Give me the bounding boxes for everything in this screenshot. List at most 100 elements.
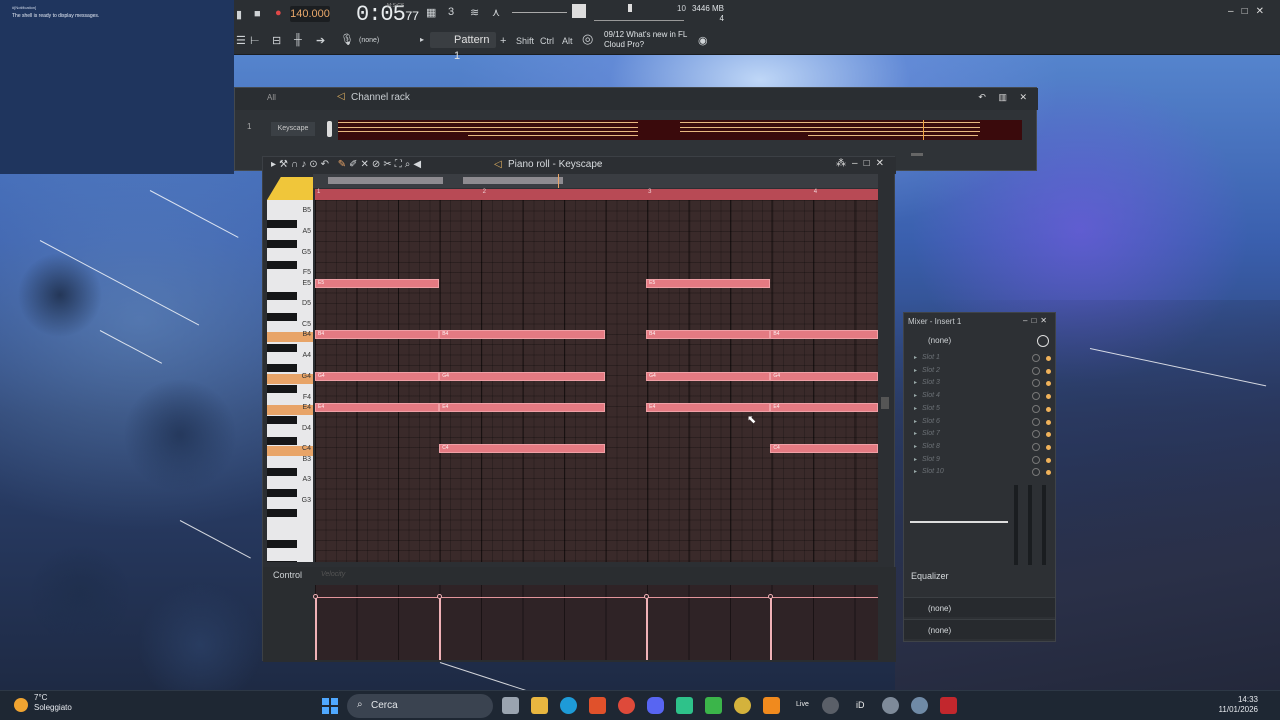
windows-start-icon[interactable] — [322, 698, 338, 714]
window-controls[interactable]: –□✕ — [1228, 6, 1272, 17]
weather-widget[interactable]: 7°C Soleggiato — [34, 693, 72, 713]
mixer-slot[interactable]: Slot 7 — [922, 430, 940, 437]
weather-sun-icon[interactable] — [14, 698, 28, 712]
slot-enable-led[interactable] — [1046, 470, 1051, 476]
velocity-stem[interactable] — [646, 597, 649, 660]
pattern-selector[interactable]: Pattern 1 — [430, 32, 496, 62]
mixer-output-2[interactable]: (none) — [928, 626, 951, 635]
mixer-slot[interactable]: Slot 4 — [922, 392, 940, 399]
note[interactable]: C4 — [439, 444, 605, 454]
note[interactable]: E4 — [439, 402, 605, 412]
slot-expand-icon[interactable]: ▸ — [914, 367, 917, 374]
black-key[interactable] — [267, 467, 297, 476]
slot-mix-knob[interactable] — [1032, 404, 1040, 413]
snap-icon[interactable]: ⊢ — [250, 34, 260, 47]
ctrl-key[interactable]: Ctrl — [540, 36, 554, 46]
mixer-clock-icon[interactable] — [1037, 335, 1049, 347]
slot-mix-knob[interactable] — [1032, 379, 1040, 388]
id-icon[interactable]: iD — [856, 700, 865, 710]
note[interactable]: G4 — [770, 371, 878, 381]
mixer-slot[interactable]: Slot 8 — [922, 443, 940, 450]
play-icon[interactable]: ▮ — [236, 8, 242, 21]
metronome-icon[interactable]: ⋏ — [492, 6, 500, 19]
note[interactable]: B4 — [439, 330, 605, 340]
menu-icon[interactable]: ☰ — [236, 34, 246, 47]
file-explorer-icon[interactable] — [531, 697, 548, 714]
black-key[interactable] — [267, 343, 297, 352]
velocity-lane[interactable] — [313, 585, 878, 660]
chrome-icon[interactable] — [618, 697, 635, 714]
app-icon-2[interactable] — [822, 697, 839, 714]
app-icon-3[interactable] — [882, 697, 899, 714]
slot-expand-icon[interactable]: ▸ — [914, 468, 917, 475]
slot-enable-led[interactable] — [1046, 406, 1051, 412]
piano-keyboard[interactable]: B5 A5 G5 F5 E5 D5 C5 B4 A4 G4 F4 E4 D4 C4 B3 A3 G3 — [267, 200, 313, 562]
mixer-slot[interactable]: Slot 1 — [922, 354, 940, 361]
black-key[interactable] — [267, 312, 297, 321]
piano-roll-overview[interactable] — [313, 174, 878, 188]
channel-rack-controls[interactable]: ↶ ▥ ✕ — [978, 92, 1032, 103]
slot-mix-knob[interactable] — [1032, 354, 1040, 362]
note[interactable]: E5 — [646, 278, 771, 288]
note[interactable]: E4 — [646, 402, 771, 412]
channel-filter[interactable]: All — [267, 93, 276, 102]
note[interactable]: E5 — [315, 278, 440, 288]
alt-key[interactable]: Alt — [562, 36, 573, 46]
note[interactable]: G4 — [439, 371, 605, 381]
timeline-ruler[interactable]: 1 2 3 4 — [315, 189, 878, 200]
vertical-scrollbar[interactable] — [881, 397, 889, 409]
velocity-handle[interactable] — [768, 594, 774, 599]
piano-roll-corner[interactable] — [267, 177, 313, 200]
slot-enable-led[interactable] — [1046, 381, 1051, 387]
slot-expand-icon[interactable]: ▸ — [914, 392, 917, 399]
velocity-stem[interactable] — [770, 597, 773, 660]
channel-rack-header[interactable]: All Channel rack ◁ ↶ ▥ ✕ — [235, 88, 1038, 110]
spreadsheet-icon[interactable] — [705, 697, 722, 714]
rack-scrollbar[interactable] — [911, 153, 923, 156]
black-key[interactable] — [267, 292, 297, 301]
slot-expand-icon[interactable]: ▸ — [914, 379, 917, 386]
black-key[interactable] — [267, 509, 297, 518]
black-key[interactable] — [267, 561, 297, 562]
system-clock[interactable]: 14:33 11/01/2026 — [1219, 695, 1258, 715]
velocity-stem[interactable] — [315, 597, 317, 660]
stop-icon[interactable]: ■ — [254, 8, 261, 20]
piano-roll-tools[interactable]: ▸⚒∩♪⊙↶ ✎✐✕⊘✂⛶⌕◀ — [271, 159, 424, 170]
black-key[interactable] — [267, 436, 297, 445]
app-icon[interactable] — [676, 697, 693, 714]
slot-expand-icon[interactable]: ▸ — [914, 456, 917, 463]
note[interactable]: G4 — [646, 371, 771, 381]
slot-enable-led[interactable] — [1046, 444, 1051, 450]
master-volume-slider[interactable] — [512, 12, 567, 13]
playlist-icon[interactable]: ⊟ — [272, 34, 281, 47]
piano-roll-header[interactable]: ▸⚒∩♪⊙↶ ✎✐✕⊘✂⛶⌕◀ ◁ Piano roll - Keyscape … — [263, 157, 896, 174]
note[interactable]: B4 — [770, 330, 878, 340]
velocity-handle[interactable] — [437, 594, 443, 599]
mixer-slot[interactable]: Slot 10 — [922, 468, 944, 475]
ableton-live-icon[interactable]: Live — [796, 701, 809, 708]
mixer-fader-3[interactable] — [1042, 485, 1046, 565]
black-key[interactable] — [267, 364, 297, 373]
black-key[interactable] — [267, 540, 297, 549]
slot-expand-icon[interactable]: ▸ — [914, 430, 917, 437]
mixer-input[interactable]: (none) — [928, 336, 951, 345]
channel-name-button[interactable]: Keyscape — [271, 122, 315, 136]
slot-mix-knob[interactable] — [1032, 455, 1040, 464]
note[interactable]: B4 — [646, 330, 771, 340]
taskbar-search[interactable]: Cerca — [347, 694, 493, 718]
task-view-icon[interactable] — [502, 697, 519, 714]
velocity-stem[interactable] — [439, 597, 442, 660]
note[interactable]: E4 — [315, 402, 440, 412]
channel-select-led[interactable] — [327, 121, 332, 137]
mixer-slot[interactable]: Slot 2 — [922, 367, 940, 374]
black-key[interactable] — [267, 488, 297, 497]
slot-enable-led[interactable] — [1046, 457, 1051, 463]
wait-icon[interactable]: ≋ — [470, 6, 479, 19]
arrow-icon[interactable]: ➔ — [316, 34, 325, 47]
app-icon-5[interactable] — [940, 697, 957, 714]
step-edit-icon[interactable]: 3 — [448, 6, 454, 18]
channel-preview-strip[interactable] — [338, 120, 1022, 140]
velocity-handle[interactable] — [313, 594, 318, 599]
control-param[interactable]: Velocity — [321, 571, 345, 578]
mixer-output-1[interactable]: (none) — [928, 604, 951, 613]
